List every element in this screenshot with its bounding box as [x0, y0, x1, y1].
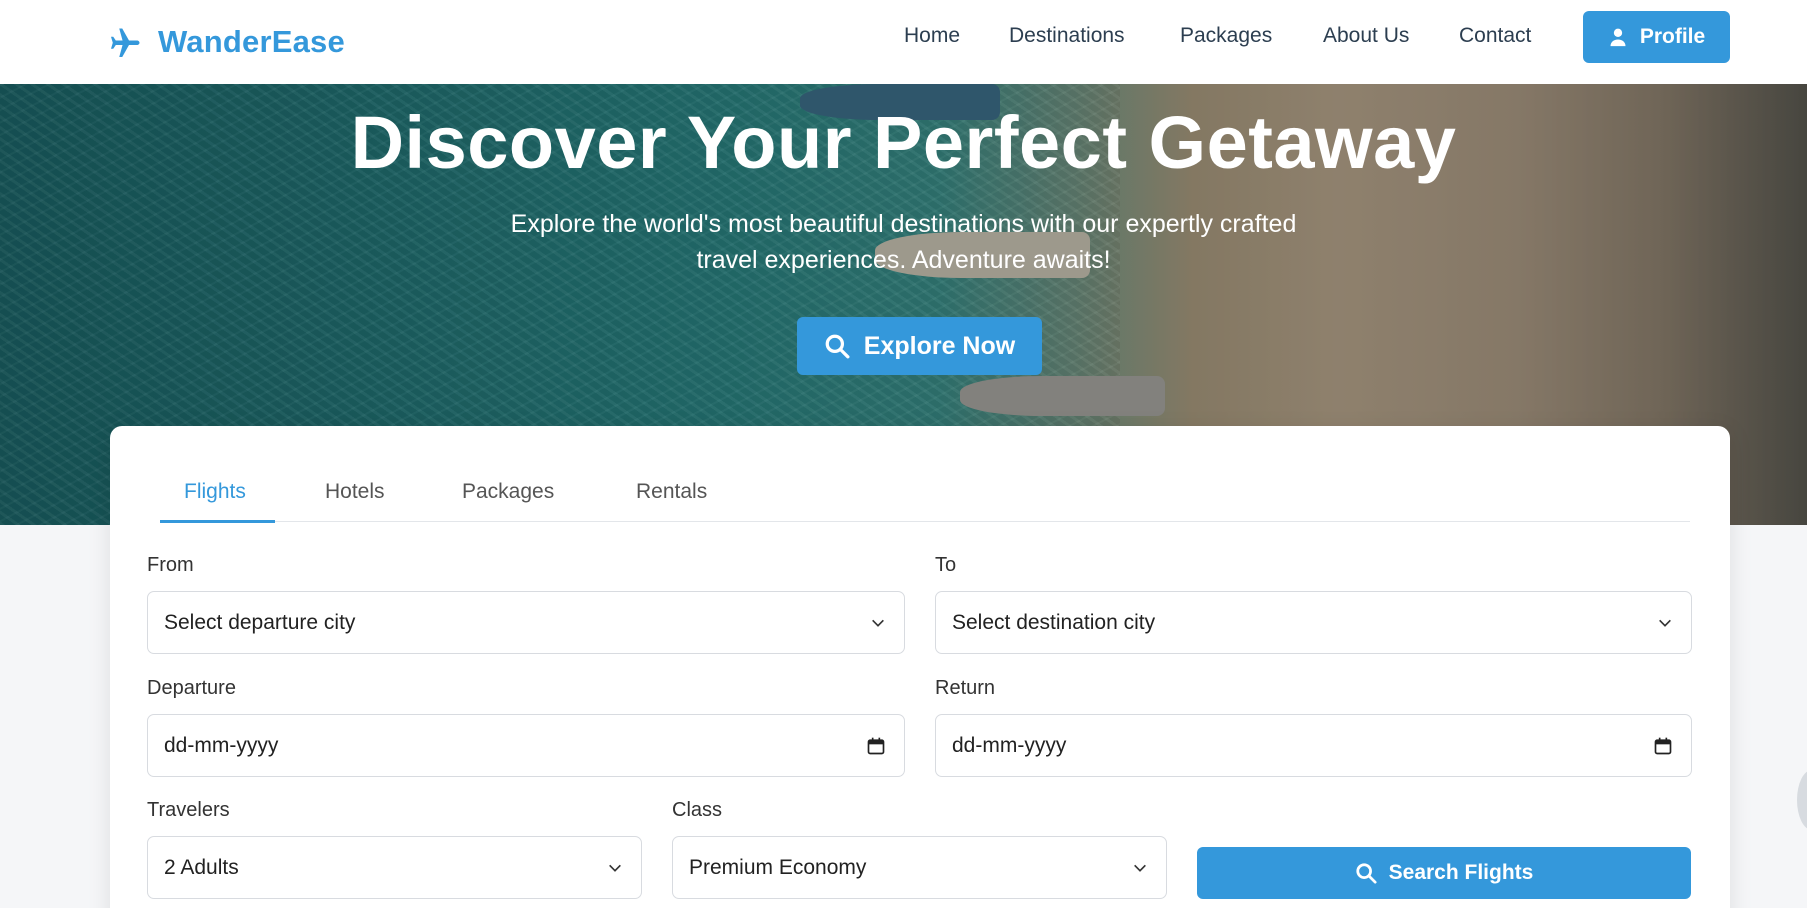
to-value: Select destination city	[952, 610, 1156, 634]
departure-date-input[interactable]: dd-mm-yyyy	[147, 714, 905, 777]
travelers-label: Travelers	[147, 799, 230, 821]
tab-rentals[interactable]: Rentals	[636, 480, 707, 504]
to-label: To	[935, 554, 957, 576]
nav-packages[interactable]: Packages	[1180, 24, 1272, 48]
search-flights-label: Search Flights	[1388, 861, 1534, 884]
to-select[interactable]: Select destination city	[935, 591, 1692, 654]
chevron-down-icon	[607, 860, 623, 876]
brand-name: WanderEase	[158, 24, 345, 59]
tab-flights[interactable]: Flights	[184, 480, 246, 504]
tab-hotels[interactable]: Hotels	[325, 480, 385, 504]
return-date-input[interactable]: dd-mm-yyyy	[935, 714, 1692, 777]
profile-label: Profile	[1639, 25, 1706, 48]
scroll-edge-element	[1797, 770, 1807, 830]
from-value: Select departure city	[164, 610, 356, 634]
site-header: WanderEase Home Destinations Packages Ab…	[0, 0, 1807, 84]
search-icon	[1356, 863, 1377, 884]
travelers-select[interactable]: 2 Adults	[147, 836, 642, 899]
search-icon	[825, 334, 850, 359]
travelers-value: 2 Adults	[164, 855, 239, 879]
departure-value: dd-mm-yyyy	[164, 733, 279, 757]
chevron-down-icon	[1657, 615, 1673, 631]
calendar-icon[interactable]	[1653, 736, 1673, 756]
search-card: Flights Hotels Packages Rentals From Sel…	[110, 426, 1730, 908]
class-select[interactable]: Premium Economy	[672, 836, 1167, 899]
hero-subtitle: Explore the world's most beautiful desti…	[510, 210, 1297, 274]
return-label: Return	[935, 677, 996, 699]
from-select[interactable]: Select departure city	[147, 591, 905, 654]
profile-button[interactable]: Profile	[1583, 11, 1730, 63]
nav-destinations[interactable]: Destinations	[1009, 24, 1125, 48]
explore-now-label: Explore Now	[863, 331, 1016, 360]
chevron-down-icon	[1132, 860, 1148, 876]
return-value: dd-mm-yyyy	[952, 733, 1067, 757]
hero-title: Discover Your Perfect Getaway	[350, 101, 1457, 184]
nav-home[interactable]: Home	[904, 24, 960, 48]
nav-contact[interactable]: Contact	[1459, 24, 1531, 48]
brand-logo[interactable]: WanderEase	[108, 0, 345, 84]
airplane-icon	[108, 24, 144, 60]
class-value: Premium Economy	[689, 855, 867, 879]
nav-about-us[interactable]: About Us	[1323, 24, 1409, 48]
search-flights-button[interactable]: Search Flights	[1197, 847, 1691, 899]
active-tab-indicator	[160, 520, 275, 523]
chevron-down-icon	[870, 615, 886, 631]
search-tabs	[160, 426, 1690, 522]
calendar-icon[interactable]	[866, 736, 886, 756]
class-label: Class	[672, 799, 723, 821]
departure-label: Departure	[147, 677, 236, 699]
tab-packages[interactable]: Packages	[462, 480, 554, 504]
user-icon	[1610, 28, 1626, 47]
from-label: From	[147, 554, 194, 576]
explore-now-button[interactable]: Explore Now	[797, 317, 1042, 375]
